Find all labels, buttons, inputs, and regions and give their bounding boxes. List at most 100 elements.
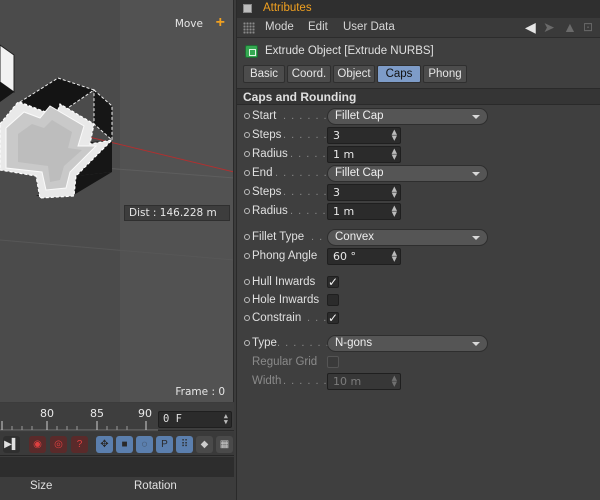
param-label: Phong Angle bbox=[252, 250, 318, 262]
spinner-arrows-icon[interactable]: ▲ ▼ bbox=[224, 413, 228, 426]
animate-dot-icon[interactable] bbox=[244, 170, 250, 176]
autokey-icon[interactable]: ◎ bbox=[50, 436, 67, 453]
field-value: 60 ° bbox=[333, 250, 356, 263]
forward-arrow-icon[interactable]: ➤ bbox=[543, 20, 555, 34]
tab-object[interactable]: Object bbox=[333, 65, 375, 83]
record-rotation-icon[interactable]: ◌ bbox=[136, 436, 153, 453]
animate-dot-icon[interactable] bbox=[244, 253, 250, 259]
left-pane: Move + Dist : 146.228 m Frame : 0 80 85 … bbox=[0, 0, 236, 500]
animate-dot-icon[interactable] bbox=[244, 315, 250, 321]
size-column-header: Size bbox=[30, 480, 53, 492]
viewport-scene bbox=[0, 44, 233, 261]
section-header[interactable]: Caps and Rounding bbox=[237, 88, 600, 105]
back-arrow-icon[interactable]: ◀ bbox=[525, 20, 536, 34]
animate-dot-icon[interactable] bbox=[244, 113, 250, 119]
interpolation-icon[interactable]: ◆ bbox=[196, 436, 213, 453]
dropdown-value: Fillet Cap bbox=[335, 110, 384, 122]
scheme-icon[interactable]: ▦ bbox=[216, 436, 233, 453]
3d-viewport[interactable]: Move + Dist : 146.228 m Frame : 0 bbox=[0, 0, 234, 402]
start-cap-dropdown[interactable]: Fillet Cap bbox=[327, 108, 488, 125]
timeline-ticks bbox=[0, 421, 158, 431]
keyframe-help-icon[interactable]: ? bbox=[71, 436, 88, 453]
timeline-tick-label: 85 bbox=[90, 407, 104, 420]
leader-dots: . . . . . bbox=[290, 205, 327, 217]
extrude-object-icon bbox=[245, 45, 258, 58]
animate-dot-icon[interactable] bbox=[244, 279, 250, 285]
param-label: Type bbox=[252, 337, 277, 349]
cap-type-dropdown[interactable]: N-gons bbox=[327, 335, 488, 352]
attributes-menu-bar: Mode Edit User Data ◀ ➤ ▲ ⊡ bbox=[237, 18, 600, 38]
menu-edit[interactable]: Edit bbox=[308, 21, 328, 33]
spinner-arrows-icon[interactable]: ▲ ▼ bbox=[392, 186, 397, 199]
tab-basic[interactable]: Basic bbox=[243, 65, 285, 83]
param-fillet-type: Fillet Type . . Convex bbox=[237, 228, 600, 247]
tab-coord[interactable]: Coord. bbox=[287, 65, 331, 83]
spinner-arrows-icon[interactable]: ▲ ▼ bbox=[392, 250, 397, 263]
param-label: Hull Inwards bbox=[252, 276, 316, 288]
field-value: 1 m bbox=[333, 205, 355, 218]
record-keys-icon[interactable]: ◉ bbox=[29, 436, 46, 453]
go-to-end-icon[interactable]: ▶▌ bbox=[3, 436, 20, 453]
constrain-checkbox[interactable]: ✓ bbox=[327, 312, 339, 324]
radius-end-field[interactable]: 1 m ▲ ▼ bbox=[327, 203, 401, 220]
animate-dot-icon[interactable] bbox=[244, 208, 250, 214]
spinner-arrows-icon[interactable]: ▲ ▼ bbox=[392, 148, 397, 161]
tab-phong[interactable]: Phong bbox=[423, 65, 467, 83]
lock-icon[interactable]: ⊡ bbox=[583, 20, 593, 34]
leader-dots: . . . . . bbox=[290, 148, 327, 160]
coordinate-manager-menu-strip bbox=[0, 457, 234, 477]
param-steps-start: Steps . . . . . . 3 ▲ ▼ bbox=[237, 126, 600, 145]
record-position-icon[interactable]: ✥ bbox=[96, 436, 113, 453]
record-point-level-icon[interactable]: ⠿ bbox=[176, 436, 193, 453]
timeline-tick-label: 90 bbox=[138, 407, 152, 420]
hole-inwards-checkbox[interactable] bbox=[327, 294, 339, 306]
steps-start-field[interactable]: 3 ▲ ▼ bbox=[327, 127, 401, 144]
panel-toggle-checkbox[interactable] bbox=[243, 4, 252, 13]
animate-dot-icon[interactable] bbox=[244, 189, 250, 195]
animate-dot-icon[interactable] bbox=[244, 151, 250, 157]
param-label: Radius bbox=[252, 148, 288, 160]
param-label: Start bbox=[252, 110, 277, 122]
param-type: Type . . . . . . . N-gons bbox=[237, 334, 600, 353]
distance-readout: Dist : 146.228 m bbox=[124, 205, 230, 221]
tab-caps[interactable]: Caps bbox=[377, 65, 421, 83]
fillet-type-dropdown[interactable]: Convex bbox=[327, 229, 488, 246]
param-label: Width bbox=[252, 375, 282, 387]
leader-dots: . . bbox=[311, 231, 324, 243]
current-frame-field[interactable]: 0 F ▲ ▼ bbox=[158, 411, 232, 428]
spinner-arrows-icon[interactable]: ▲ ▼ bbox=[392, 205, 397, 218]
hull-inwards-checkbox[interactable]: ✓ bbox=[327, 276, 339, 288]
param-hole-inwards: Hole Inwards bbox=[237, 291, 600, 310]
up-arrow-icon[interactable]: ▲ bbox=[563, 20, 577, 34]
param-radius-end: Radius . . . . . 1 m ▲ ▼ bbox=[237, 202, 600, 221]
animate-dot-icon[interactable] bbox=[244, 340, 250, 346]
leader-dots: . . . . . . bbox=[283, 110, 328, 122]
steps-end-field[interactable]: 3 ▲ ▼ bbox=[327, 184, 401, 201]
param-label: Constrain bbox=[252, 312, 302, 324]
radius-start-field[interactable]: 1 m ▲ ▼ bbox=[327, 146, 401, 163]
timeline-ruler[interactable]: 80 85 90 0 F ▲ ▼ bbox=[0, 403, 234, 431]
animate-dot-icon[interactable] bbox=[244, 297, 250, 303]
grip-icon[interactable] bbox=[243, 22, 255, 34]
menu-user-data[interactable]: User Data bbox=[343, 21, 395, 33]
end-cap-dropdown[interactable]: Fillet Cap bbox=[327, 165, 488, 182]
leader-dots: . . . . . . . bbox=[277, 337, 330, 349]
grid-width-field: 10 m ▲ ▼ bbox=[327, 373, 401, 390]
animate-dot-icon[interactable] bbox=[244, 234, 250, 240]
param-label: Fillet Type bbox=[252, 231, 305, 243]
tool-mode-label: Move bbox=[174, 18, 203, 30]
animate-dot-icon[interactable] bbox=[244, 132, 250, 138]
phong-angle-field[interactable]: 60 ° ▲ ▼ bbox=[327, 248, 401, 265]
param-label: Steps bbox=[252, 186, 282, 198]
param-width: Width . . . . . . 10 m ▲ ▼ bbox=[237, 372, 600, 391]
dropdown-value: N-gons bbox=[335, 337, 373, 349]
param-phong-angle: Phong Angle 60 ° ▲ ▼ bbox=[237, 247, 600, 266]
record-scale-icon[interactable]: ■ bbox=[116, 436, 133, 453]
record-parameter-icon[interactable]: P bbox=[156, 436, 173, 453]
frame-readout: Frame : 0 bbox=[175, 386, 225, 398]
section-title: Caps and Rounding bbox=[243, 90, 357, 104]
move-tool-icon[interactable]: + bbox=[216, 15, 225, 31]
menu-mode[interactable]: Mode bbox=[265, 21, 294, 33]
spinner-arrows-icon[interactable]: ▲ ▼ bbox=[392, 129, 397, 142]
chevron-down-icon bbox=[472, 115, 480, 119]
